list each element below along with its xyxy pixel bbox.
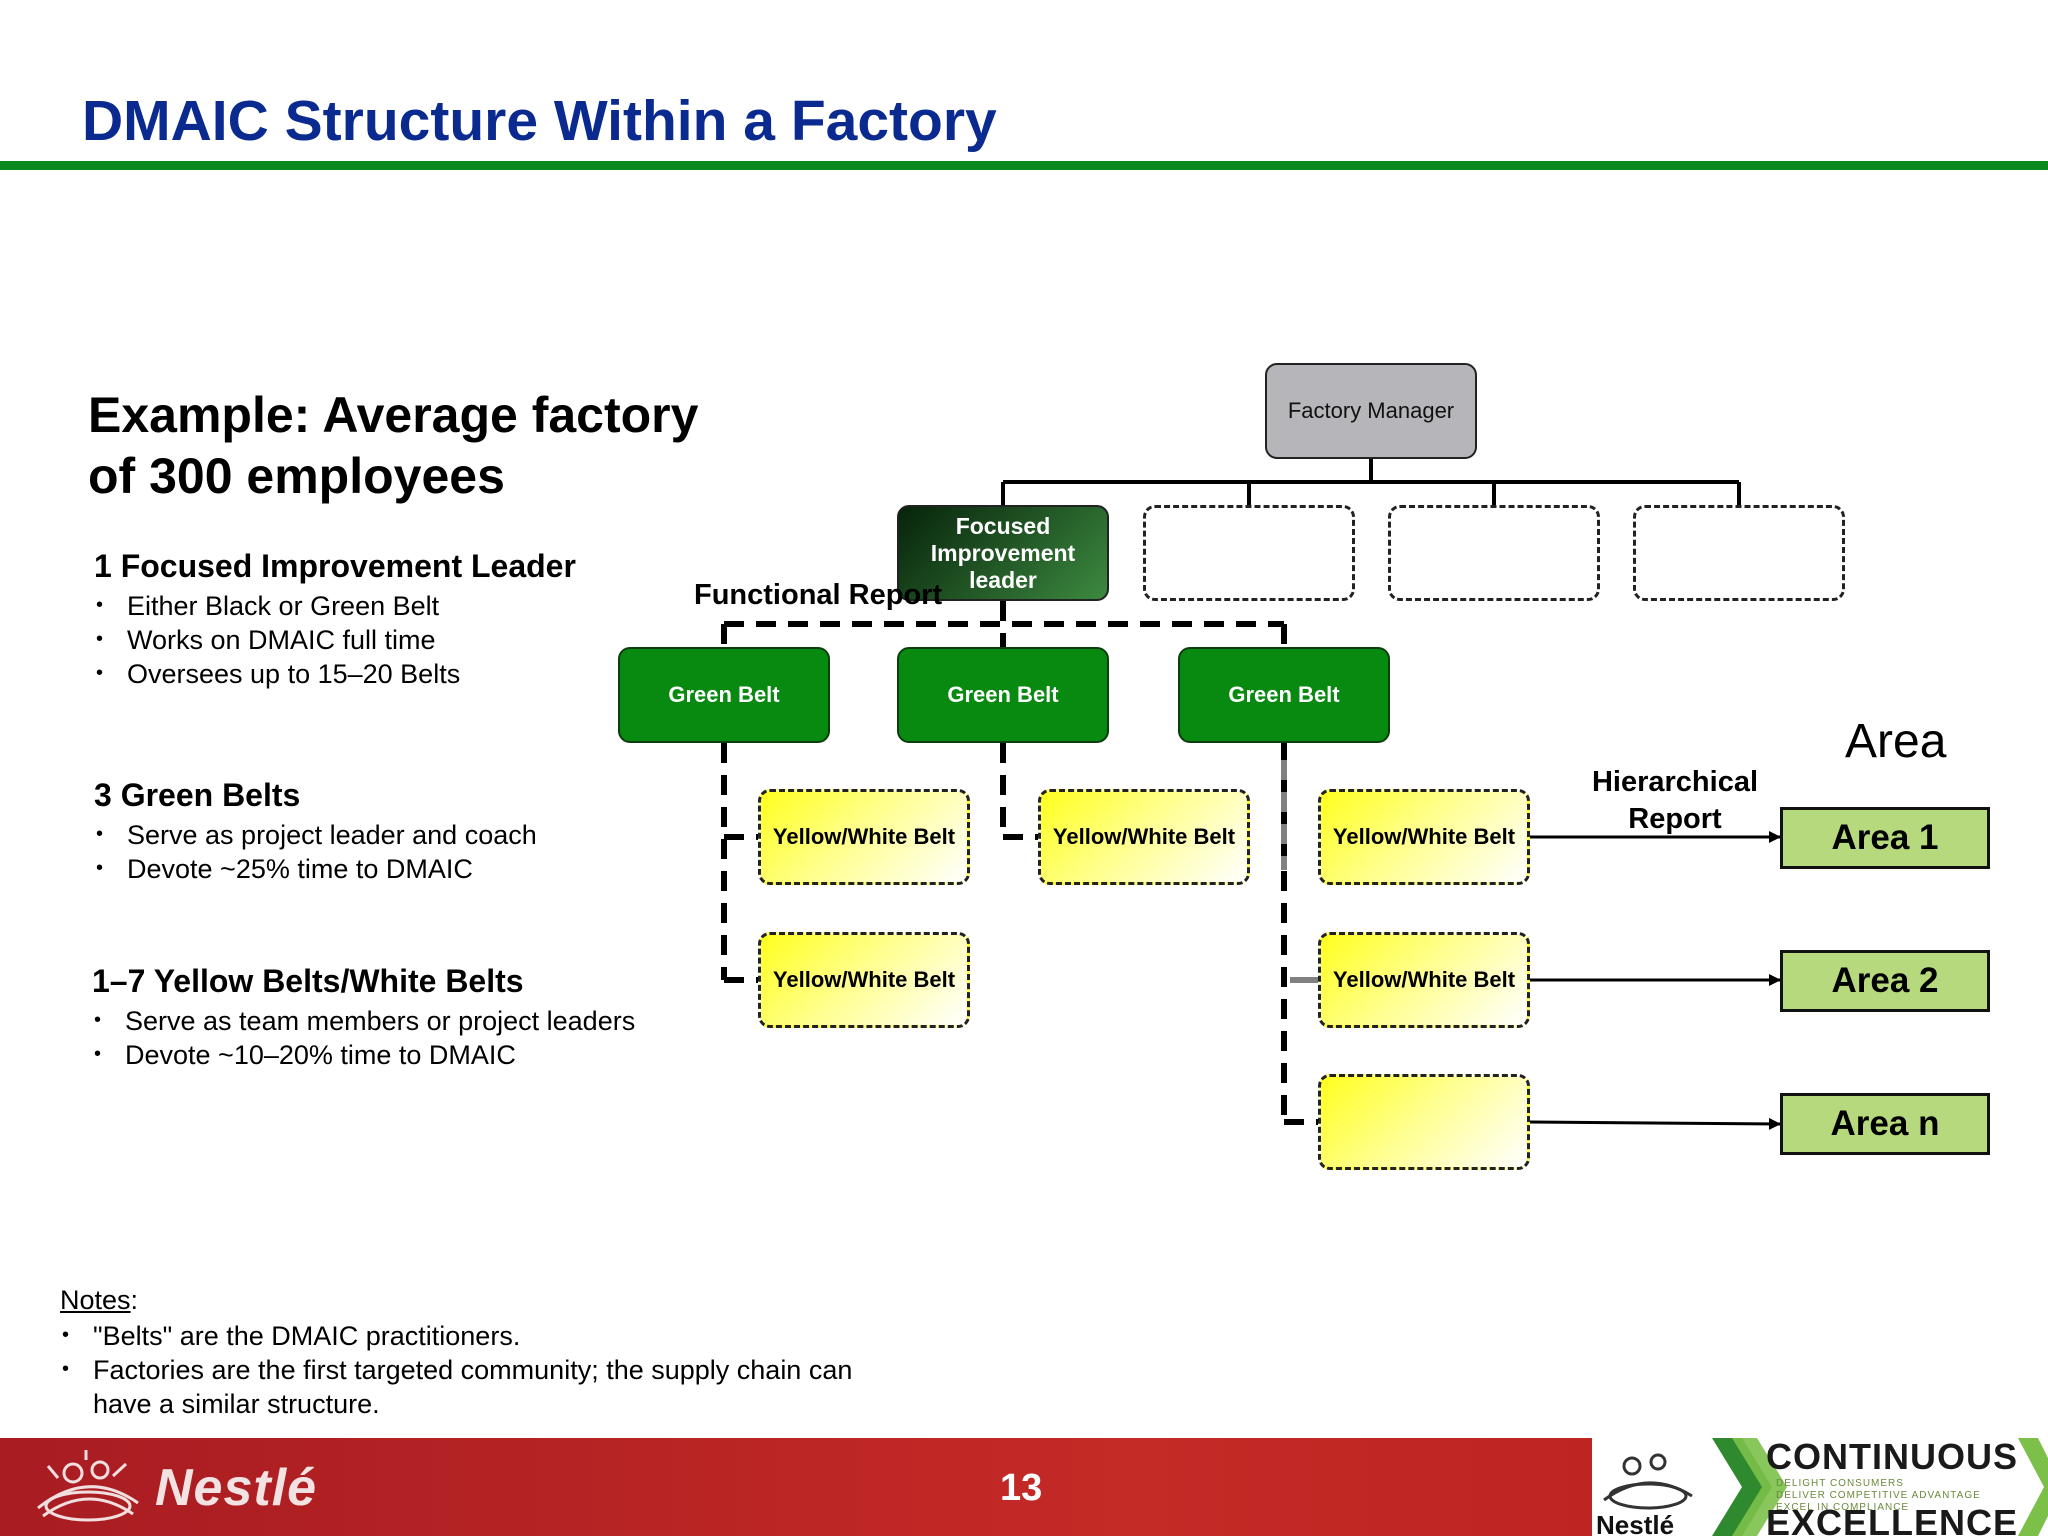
hierarchical-report-arrows (1529, 831, 1781, 1130)
green-belt-box: Green Belt (1178, 647, 1390, 743)
belt-report-lines-grey (1281, 760, 1318, 983)
nestle-brand: Nestlé (155, 1459, 318, 1517)
page-number: 13 (1000, 1467, 1043, 1509)
ce-badge-tagline: DELIGHT CONSUMERS (1776, 1478, 1904, 1489)
functional-report-label: Functional Report (694, 579, 943, 611)
empty-position-box (1633, 505, 1845, 601)
hierarchical-report-label: Hierarchical Report (1591, 766, 1759, 835)
factory-manager-box: Factory Manager (1265, 363, 1477, 459)
area-box: Area 1 (1780, 807, 1990, 869)
yellow-white-belt-box: Yellow/White Belt (1318, 789, 1530, 885)
ce-badge-bottom: EXCELLENCE (1766, 1502, 2019, 1536)
ce-badge-top: CONTINUOUS (1766, 1438, 2018, 1477)
yellow-white-belt-box: Yellow/White Belt (758, 789, 970, 885)
area-box: Area 2 (1780, 950, 1990, 1012)
nestle-nest-logo-icon (37, 1450, 139, 1522)
empty-position-box (1143, 505, 1355, 601)
empty-position-box (1388, 505, 1600, 601)
ce-badge-tagline: DELIVER COMPETITIVE ADVANTAGE (1776, 1490, 1981, 1501)
green-belt-box: Green Belt (897, 647, 1109, 743)
yellow-white-belt-box: Yellow/White Belt (1318, 932, 1530, 1028)
hierarchy-lines (1001, 459, 1741, 505)
yellow-white-belt-box: Yellow/White Belt (758, 932, 970, 1028)
yellow-white-belt-box (1318, 1074, 1530, 1170)
green-belt-box: Green Belt (618, 647, 830, 743)
ce-badge-brand: Nestlé (1596, 1510, 1675, 1536)
area-box: Area n (1780, 1093, 1990, 1155)
yellow-white-belt-box: Yellow/White Belt (1038, 789, 1250, 885)
area-header: Area (1845, 715, 1947, 768)
continuous-excellence-badge: Nestlé CONTINUOUS DELIGHT CONSUMERS DELI… (1592, 1438, 2048, 1536)
